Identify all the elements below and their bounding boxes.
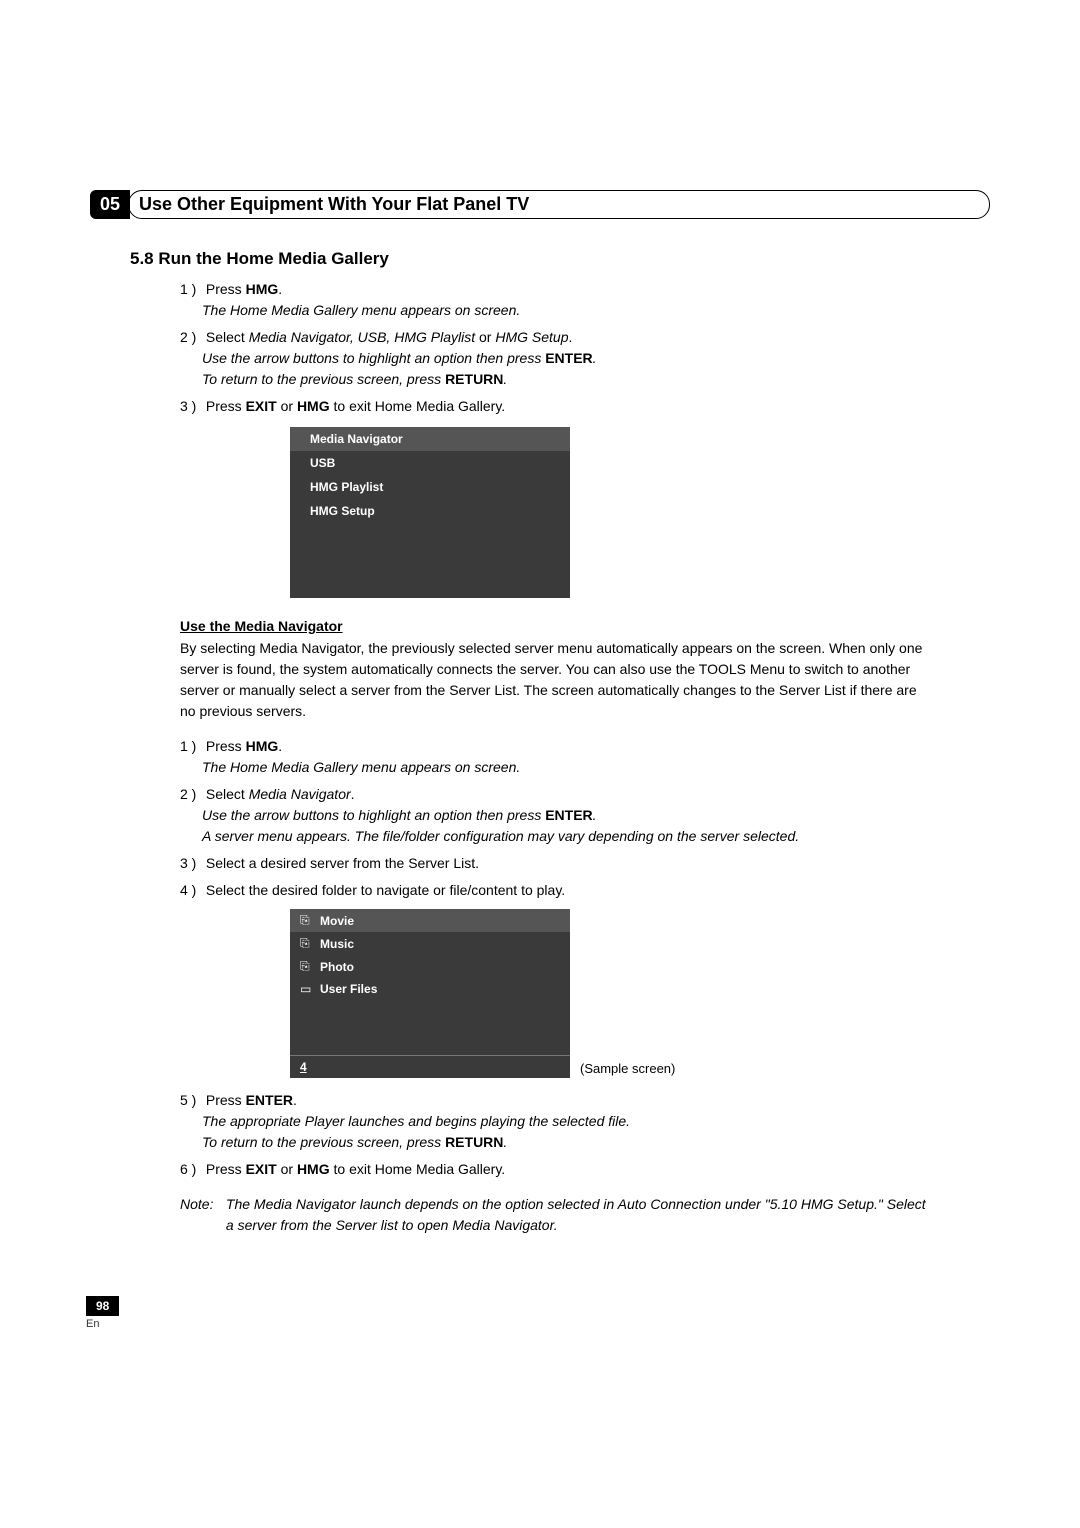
subsection-body: By selecting Media Navigator, the previo… bbox=[180, 638, 930, 722]
step: 6 ) Press EXIT or HMG to exit Home Media… bbox=[180, 1159, 930, 1180]
chapter-title: Use Other Equipment With Your Flat Panel… bbox=[128, 190, 990, 219]
steps-list-2: 1 ) Press HMG. The Home Media Gallery me… bbox=[180, 736, 930, 901]
music-icon: ⎘ bbox=[300, 936, 314, 951]
button-name: HMG bbox=[246, 281, 279, 297]
media-item: ⎘ Music bbox=[290, 932, 570, 955]
page-footer: 98 En bbox=[86, 1296, 990, 1330]
step-note: To return to the previous screen, press … bbox=[202, 371, 507, 387]
step-note: Use the arrow buttons to highlight an op… bbox=[202, 350, 597, 366]
step-note: Use the arrow buttons to highlight an op… bbox=[202, 807, 597, 823]
media-item: ⎘ Photo bbox=[290, 955, 570, 978]
note: Note: The Media Navigator launch depends… bbox=[180, 1194, 930, 1236]
menu-item: HMG Playlist bbox=[290, 475, 570, 499]
step: 3 ) Press EXIT or HMG to exit Home Media… bbox=[180, 396, 930, 417]
menu-item-selected: Media Navigator bbox=[290, 427, 570, 451]
steps-list-1: 1 ) Press HMG. The Home Media Gallery me… bbox=[180, 279, 930, 417]
photo-icon: ⎘ bbox=[300, 959, 314, 974]
step: 4 ) Select the desired folder to navigat… bbox=[180, 880, 930, 901]
step: 1 ) Press HMG. The Home Media Gallery me… bbox=[180, 279, 930, 321]
media-count: 4 bbox=[290, 1055, 570, 1078]
step-number: 1 ) bbox=[180, 736, 202, 757]
step-number: 2 ) bbox=[180, 327, 202, 348]
step-number: 6 ) bbox=[180, 1159, 202, 1180]
step-number: 3 ) bbox=[180, 853, 202, 874]
manual-page: 05 Use Other Equipment With Your Flat Pa… bbox=[0, 0, 1080, 1390]
step: 3 ) Select a desired server from the Ser… bbox=[180, 853, 930, 874]
step: 2 ) Select Media Navigator. Use the arro… bbox=[180, 784, 930, 847]
step-number: 2 ) bbox=[180, 784, 202, 805]
page-number: 98 bbox=[86, 1296, 119, 1316]
menu-item: USB bbox=[290, 451, 570, 475]
media-navigator-screenshot-wrap: ⎘ Movie ⎘ Music ⎘ Photo ▭ User Files 4 (… bbox=[290, 909, 690, 1078]
sample-screen-label: (Sample screen) bbox=[580, 1061, 675, 1076]
menu-item: HMG Setup bbox=[290, 499, 570, 523]
media-navigator-screenshot: ⎘ Movie ⎘ Music ⎘ Photo ▭ User Files 4 bbox=[290, 909, 570, 1078]
step-note: To return to the previous screen, press … bbox=[202, 1134, 507, 1150]
media-item-selected: ⎘ Movie bbox=[290, 909, 570, 932]
step-text: Press bbox=[206, 398, 246, 414]
note-label: Note: bbox=[180, 1194, 222, 1215]
step-note: A server menu appears. The file/folder c… bbox=[202, 828, 799, 844]
chapter-header: 05 Use Other Equipment With Your Flat Pa… bbox=[90, 190, 990, 219]
page-language: En bbox=[86, 1318, 990, 1330]
step-number: 4 ) bbox=[180, 880, 202, 901]
media-item: ▭ User Files bbox=[290, 978, 570, 1000]
steps-list-2b: 5 ) Press ENTER. The appropriate Player … bbox=[180, 1090, 930, 1180]
subsection-title: Use the Media Navigator bbox=[180, 618, 990, 634]
step-text: Press bbox=[206, 281, 246, 297]
chapter-number: 05 bbox=[90, 190, 130, 219]
step-note: The appropriate Player launches and begi… bbox=[202, 1113, 630, 1129]
folder-icon: ▭ bbox=[300, 982, 314, 996]
hmg-menu-screenshot: Media Navigator USB HMG Playlist HMG Set… bbox=[290, 427, 570, 598]
step: 5 ) Press ENTER. The appropriate Player … bbox=[180, 1090, 930, 1153]
step-number: 1 ) bbox=[180, 279, 202, 300]
step-note: The Home Media Gallery menu appears on s… bbox=[202, 302, 520, 318]
step: 1 ) Press HMG. The Home Media Gallery me… bbox=[180, 736, 930, 778]
step-number: 3 ) bbox=[180, 396, 202, 417]
step-text: Select bbox=[206, 329, 249, 345]
step-number: 5 ) bbox=[180, 1090, 202, 1111]
note-body: The Media Navigator launch depends on th… bbox=[226, 1194, 926, 1236]
movie-icon: ⎘ bbox=[300, 913, 314, 928]
section-title: 5.8 Run the Home Media Gallery bbox=[130, 249, 990, 269]
step: 2 ) Select Media Navigator, USB, HMG Pla… bbox=[180, 327, 930, 390]
step-note: The Home Media Gallery menu appears on s… bbox=[202, 759, 520, 775]
